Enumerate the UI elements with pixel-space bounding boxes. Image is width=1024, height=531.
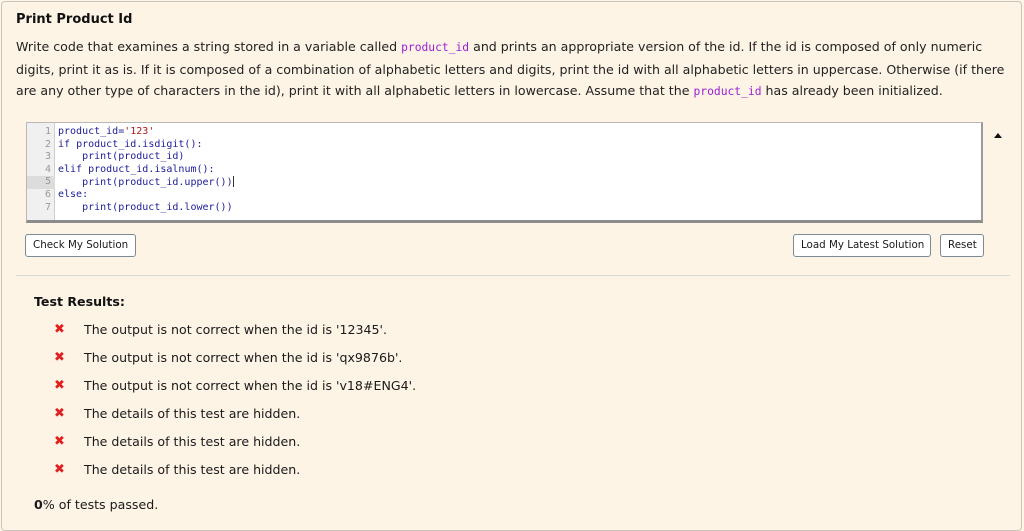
line-number: 3	[44, 151, 51, 163]
load-latest-solution-button[interactable]: Load My Latest Solution	[793, 234, 931, 257]
tests-passed-summary: 0% of tests passed.	[34, 497, 158, 512]
line-number: 2	[44, 138, 51, 150]
test-result-message: The details of this test are hidden.	[84, 434, 301, 449]
code-line[interactable]: 5 print(product_id.upper())	[27, 176, 981, 189]
line-number: 5	[27, 176, 55, 189]
fail-x-icon: ✖	[54, 322, 65, 337]
reset-button[interactable]: Reset	[940, 234, 984, 257]
test-result-message: The output is not correct when the id is…	[84, 322, 387, 337]
fail-x-icon: ✖	[54, 462, 65, 477]
summary-text: % of tests passed.	[42, 497, 159, 512]
test-result-item: ✖ The output is not correct when the id i…	[2, 350, 602, 370]
code-text[interactable]: if product_id.isdigit():	[58, 139, 203, 152]
code-text[interactable]: elif product_id.isalnum():	[58, 164, 215, 177]
test-result-message: The output is not correct when the id is…	[84, 350, 403, 365]
check-solution-button[interactable]: Check My Solution	[25, 234, 136, 257]
exercise-panel: Print Product Id Write code that examine…	[1, 1, 1022, 531]
exercise-description: Write code that examines a string stored…	[16, 36, 1011, 103]
inline-code: product_id	[693, 85, 762, 98]
exercise-title: Print Product Id	[16, 12, 133, 27]
fail-x-icon: ✖	[54, 378, 65, 393]
code-text[interactable]: print(product_id.lower())	[58, 202, 233, 215]
code-text[interactable]: print(product_id)	[58, 151, 184, 164]
test-result-item: ✖ The details of this test are hidden.	[2, 462, 602, 482]
test-result-item: ✖ The output is not correct when the id i…	[2, 322, 602, 342]
percent-passed: 0	[34, 497, 43, 512]
code-line[interactable]: 6 else:	[27, 189, 981, 202]
fail-x-icon: ✖	[54, 434, 65, 449]
code-line[interactable]: 4 elif product_id.isalnum():	[27, 164, 981, 177]
code-text[interactable]: else:	[58, 189, 88, 202]
test-result-item: ✖ The details of this test are hidden.	[2, 406, 602, 426]
test-result-message: The details of this test are hidden.	[84, 406, 301, 421]
test-results-heading: Test Results:	[34, 294, 125, 309]
code-text[interactable]: product_id='123'	[58, 126, 154, 139]
description-text: has already been initialized.	[761, 83, 943, 98]
code-line[interactable]: 3 print(product_id)	[27, 151, 981, 164]
divider	[16, 275, 1010, 276]
test-result-message: The output is not correct when the id is…	[84, 378, 417, 393]
scroll-up-icon[interactable]	[994, 133, 1002, 138]
text-cursor	[232, 176, 234, 188]
fail-x-icon: ✖	[54, 350, 65, 365]
test-result-item: ✖ The details of this test are hidden.	[2, 434, 602, 454]
code-line[interactable]: 7 print(product_id.lower())	[27, 202, 981, 215]
code-editor[interactable]: 1 product_id='123' 2 if product_id.isdigit(…	[26, 122, 983, 223]
test-result-item: ✖ The output is not correct when the id i…	[2, 378, 602, 398]
line-number: 7	[44, 201, 51, 213]
test-result-message: The details of this test are hidden.	[84, 462, 301, 477]
line-number: 4	[44, 163, 51, 175]
code-line[interactable]: 2 if product_id.isdigit():	[27, 139, 981, 152]
description-text: Write code that examines a string stored…	[16, 39, 402, 54]
inline-code: product_id	[401, 41, 470, 54]
code-text[interactable]: print(product_id.upper())	[58, 176, 234, 190]
line-number: 1	[44, 126, 51, 137]
line-number: 6	[44, 189, 51, 200]
fail-x-icon: ✖	[54, 406, 65, 421]
code-line[interactable]: 1 product_id='123'	[27, 126, 981, 139]
